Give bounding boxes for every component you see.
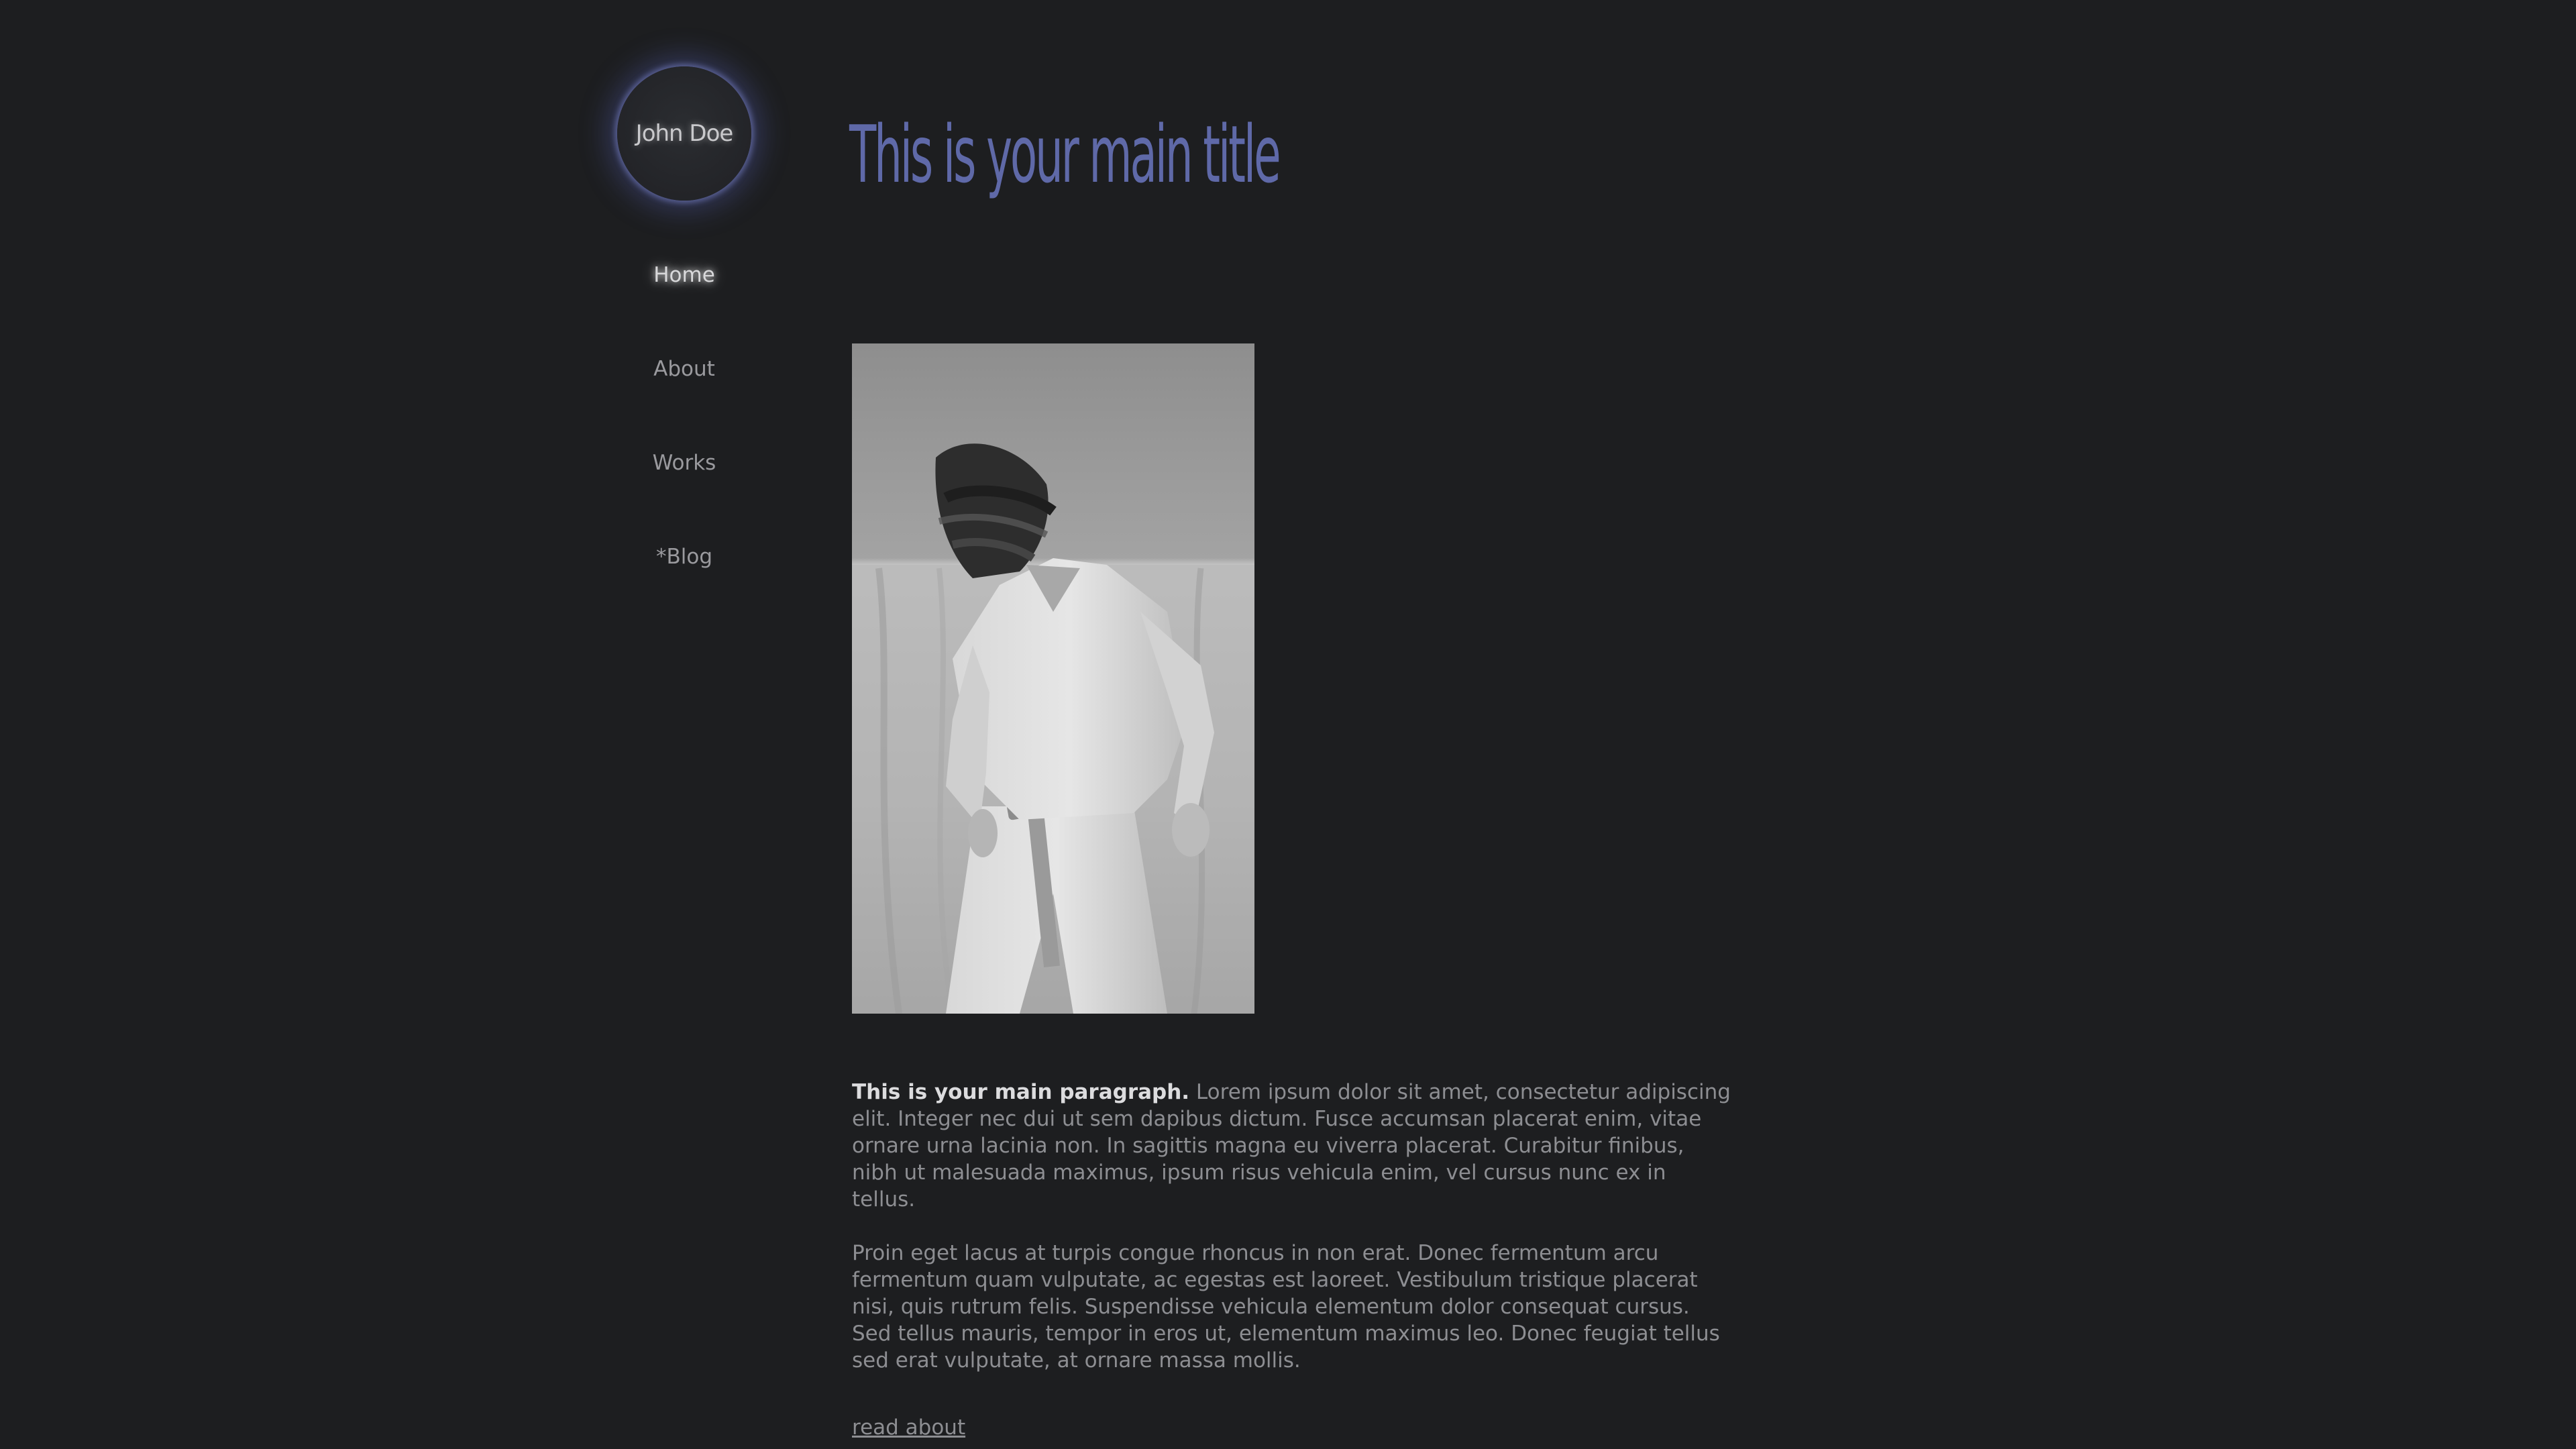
nav-item-home[interactable]: Home	[617, 255, 751, 349]
nav-item-works[interactable]: Works	[617, 443, 751, 537]
portrait-photo	[852, 343, 1254, 1014]
read-about-link[interactable]: read about	[852, 1415, 965, 1440]
portrait-illustration	[852, 343, 1254, 1014]
page-title: This is your main title	[849, 108, 1281, 201]
profile-name: John Doe	[635, 120, 734, 147]
main-content: This is your main paragraph. Lorem ipsum…	[852, 1079, 1731, 1401]
main-paragraph: This is your main paragraph. Lorem ipsum…	[852, 1079, 1731, 1213]
nav-item-blog[interactable]: *Blog	[617, 537, 751, 631]
avatar[interactable]: John Doe	[617, 66, 751, 201]
paragraph-lead: This is your main paragraph.	[852, 1080, 1190, 1104]
nav-item-about[interactable]: About	[617, 349, 751, 443]
main-nav: Home About Works *Blog	[617, 255, 751, 631]
second-paragraph: Proin eget lacus at turpis congue rhoncu…	[852, 1241, 1720, 1373]
